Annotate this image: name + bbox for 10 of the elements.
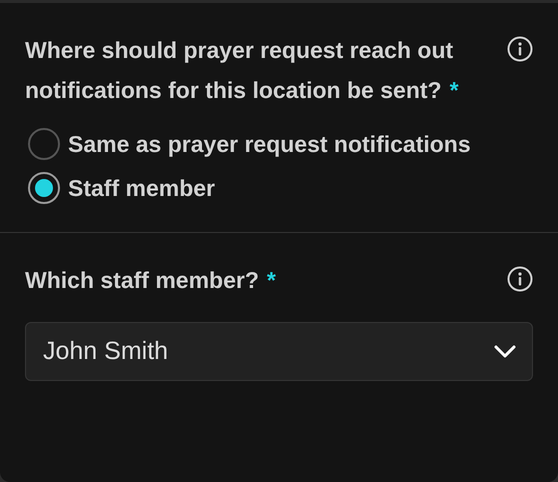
question-label: Which staff member? [25,267,259,293]
radio-button[interactable] [28,128,60,160]
radio-button[interactable] [28,172,60,204]
required-mark: * [266,267,276,293]
chevron-down-icon [494,345,516,358]
staff-select[interactable]: John Smith [25,322,533,381]
option-label: Staff member [68,174,215,203]
info-icon[interactable] [507,266,533,292]
option-label: Same as prayer request notifications [68,130,471,159]
info-icon[interactable] [507,36,533,62]
